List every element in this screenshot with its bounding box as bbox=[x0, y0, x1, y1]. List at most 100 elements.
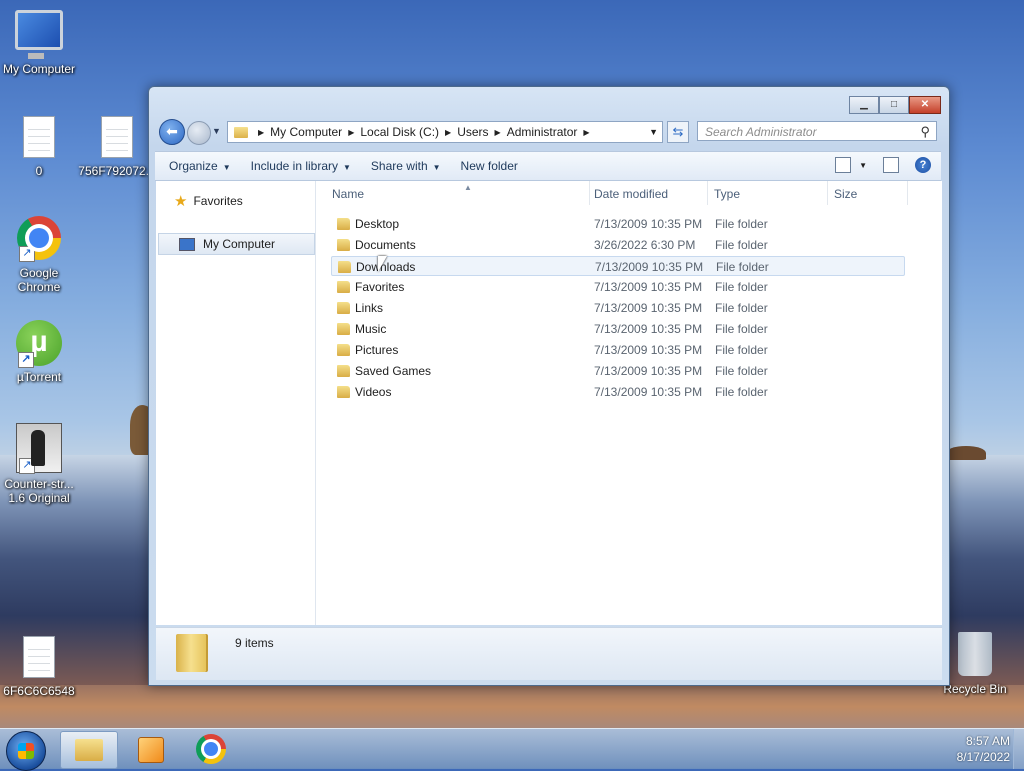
forward-button[interactable] bbox=[187, 121, 211, 145]
desktop-icon-my-computer[interactable]: My Computer bbox=[0, 10, 81, 76]
computer-icon bbox=[15, 10, 63, 59]
file-type: File folder bbox=[715, 343, 768, 357]
address-dropdown-icon[interactable]: ▼ bbox=[649, 127, 658, 137]
chrome-icon bbox=[196, 734, 226, 764]
change-view-button[interactable]: ▼ bbox=[835, 157, 867, 173]
minimize-button[interactable]: ▁ bbox=[849, 96, 879, 114]
include-label: Include in library bbox=[250, 159, 338, 173]
clock-date: 8/17/2022 bbox=[956, 750, 1010, 764]
column-header-name[interactable]: Name ▲ bbox=[326, 181, 590, 205]
back-button[interactable]: ⬅ bbox=[159, 119, 185, 145]
file-row-downloads[interactable]: Downloads 7/13/2009 10:35 PM File folder bbox=[331, 256, 905, 276]
help-button[interactable]: ? bbox=[915, 157, 931, 173]
file-date: 7/13/2009 10:35 PM bbox=[594, 385, 703, 399]
desktop-icon-utorrent[interactable]: µ ↗ µTorrent bbox=[0, 320, 81, 384]
recycle-bin-icon bbox=[958, 632, 992, 676]
file-date: 7/13/2009 10:35 PM bbox=[595, 260, 704, 274]
refresh-button[interactable]: ⇆ bbox=[667, 121, 689, 143]
preview-pane-button[interactable] bbox=[883, 157, 899, 173]
file-name: Favorites bbox=[355, 280, 405, 294]
desktop-icon-label: Counter-str... 1.6 Original bbox=[4, 477, 74, 505]
organize-button[interactable]: Organize ▼ bbox=[169, 159, 231, 173]
search-icon[interactable]: ⚲ bbox=[920, 122, 930, 142]
file-row-saved-games[interactable]: Saved Games 7/13/2009 10:35 PM File fold… bbox=[331, 361, 905, 381]
column-header-date-modified[interactable]: Date modified bbox=[588, 181, 708, 205]
address-bar[interactable]: ▶ My Computer ▶ Local Disk (C:) ▶ Users … bbox=[227, 121, 663, 143]
desktop-icon-label: 0 bbox=[35, 164, 43, 178]
nav-item-label: My Computer bbox=[203, 237, 276, 251]
share-with-button[interactable]: Share with ▼ bbox=[371, 159, 441, 173]
file-type: File folder bbox=[715, 217, 768, 231]
desktop-icon-label: Google Chrome bbox=[17, 266, 61, 294]
sort-arrow-icon: ▲ bbox=[464, 183, 472, 192]
share-label: Share with bbox=[370, 159, 428, 173]
view-controls: ▼ ? bbox=[835, 157, 931, 173]
breadcrumb-local-disk[interactable]: Local Disk (C:) bbox=[360, 125, 439, 139]
breadcrumb-separator-icon[interactable]: ▶ bbox=[583, 128, 589, 137]
desktop-icon-counter-strike[interactable]: ↗ Counter-str... 1.6 Original bbox=[0, 423, 81, 505]
file-name: Documents bbox=[355, 238, 416, 252]
desktop-icon-google-chrome[interactable]: ↗ Google Chrome bbox=[0, 216, 81, 294]
desktop-icon-file-0[interactable]: 0 bbox=[0, 116, 81, 178]
file-row-pictures[interactable]: Pictures 7/13/2009 10:35 PM File folder bbox=[331, 340, 905, 360]
file-list: Name ▲ Date modified Type Size Desktop 7… bbox=[316, 181, 942, 625]
folder-icon bbox=[337, 218, 350, 230]
close-button[interactable]: ✕ bbox=[909, 96, 941, 114]
maximize-button[interactable]: □ bbox=[879, 96, 909, 114]
folder-icon bbox=[75, 739, 103, 761]
view-icon bbox=[835, 157, 852, 173]
breadcrumb-separator-icon[interactable]: ▶ bbox=[348, 128, 354, 137]
file-date: 3/26/2022 6:30 PM bbox=[594, 238, 696, 252]
breadcrumb-separator-icon[interactable]: ▶ bbox=[445, 128, 451, 137]
include-in-library-button[interactable]: Include in library ▼ bbox=[251, 159, 351, 173]
refresh-icon: ⇆ bbox=[672, 124, 684, 139]
file-name: Desktop bbox=[355, 217, 400, 231]
desktop-icon-label: µTorrent bbox=[16, 370, 62, 384]
file-date: 7/13/2009 10:35 PM bbox=[594, 343, 703, 357]
media-player-icon bbox=[138, 737, 164, 763]
start-button[interactable] bbox=[6, 731, 46, 771]
system-clock[interactable]: 8:57 AM 8/17/2022 bbox=[920, 733, 1010, 765]
navigation-pane: ★ Favorites My Computer bbox=[156, 181, 316, 625]
file-row-links[interactable]: Links 7/13/2009 10:35 PM File folder bbox=[331, 298, 905, 318]
new-folder-button[interactable]: New folder bbox=[461, 159, 518, 173]
file-type: File folder bbox=[715, 322, 768, 336]
column-label: Name bbox=[332, 187, 365, 201]
column-header-size[interactable]: Size bbox=[828, 181, 908, 205]
breadcrumb-separator-icon[interactable]: ▶ bbox=[258, 128, 264, 137]
file-row-favorites[interactable]: Favorites 7/13/2009 10:35 PM File folder bbox=[331, 277, 905, 297]
desktop-background-rock bbox=[946, 446, 986, 460]
show-desktop-button[interactable] bbox=[1013, 729, 1024, 769]
folder-icon bbox=[338, 261, 351, 273]
file-row-videos[interactable]: Videos 7/13/2009 10:35 PM File folder bbox=[331, 382, 905, 402]
file-row-documents[interactable]: Documents 3/26/2022 6:30 PM File folder bbox=[331, 235, 905, 255]
folder-icon bbox=[176, 634, 206, 672]
taskbar-explorer-button[interactable] bbox=[60, 731, 118, 769]
arrow-left-icon: ⬅ bbox=[166, 123, 178, 139]
taskbar-media-player-button[interactable] bbox=[120, 731, 176, 767]
column-header-type[interactable]: Type bbox=[708, 181, 828, 205]
desktop-icon-file-756f[interactable]: 756F792072... bbox=[75, 116, 159, 178]
breadcrumb-separator-icon[interactable]: ▶ bbox=[495, 128, 501, 137]
breadcrumb-my-computer[interactable]: My Computer bbox=[270, 125, 342, 139]
desktop-icon-label: My Computer bbox=[2, 62, 76, 76]
nav-item-my-computer[interactable]: My Computer bbox=[158, 233, 315, 255]
file-row-music[interactable]: Music 7/13/2009 10:35 PM File folder bbox=[331, 319, 905, 339]
folder-icon bbox=[337, 281, 350, 293]
desktop-icon-file-6f6c[interactable]: 6F6C6C6548 bbox=[0, 636, 81, 698]
counter-strike-icon: ↗ bbox=[16, 423, 62, 474]
details-pane: 9 items bbox=[156, 627, 942, 680]
file-date: 7/13/2009 10:35 PM bbox=[594, 301, 703, 315]
computer-icon bbox=[179, 237, 195, 251]
document-icon bbox=[23, 636, 55, 678]
recent-pages-dropdown[interactable]: ▼ bbox=[212, 126, 221, 136]
file-date: 7/13/2009 10:35 PM bbox=[594, 322, 703, 336]
file-date: 7/13/2009 10:35 PM bbox=[594, 217, 703, 231]
breadcrumb-administrator[interactable]: Administrator bbox=[507, 125, 578, 139]
breadcrumb-users[interactable]: Users bbox=[457, 125, 488, 139]
nav-item-favorites[interactable]: ★ Favorites bbox=[156, 191, 311, 211]
taskbar: 8:57 AM 8/17/2022 bbox=[0, 728, 1024, 771]
file-row-desktop[interactable]: Desktop 7/13/2009 10:35 PM File folder bbox=[331, 214, 905, 234]
search-input[interactable]: Search Administrator ⚲ bbox=[697, 121, 937, 141]
taskbar-chrome-button[interactable] bbox=[184, 731, 240, 767]
